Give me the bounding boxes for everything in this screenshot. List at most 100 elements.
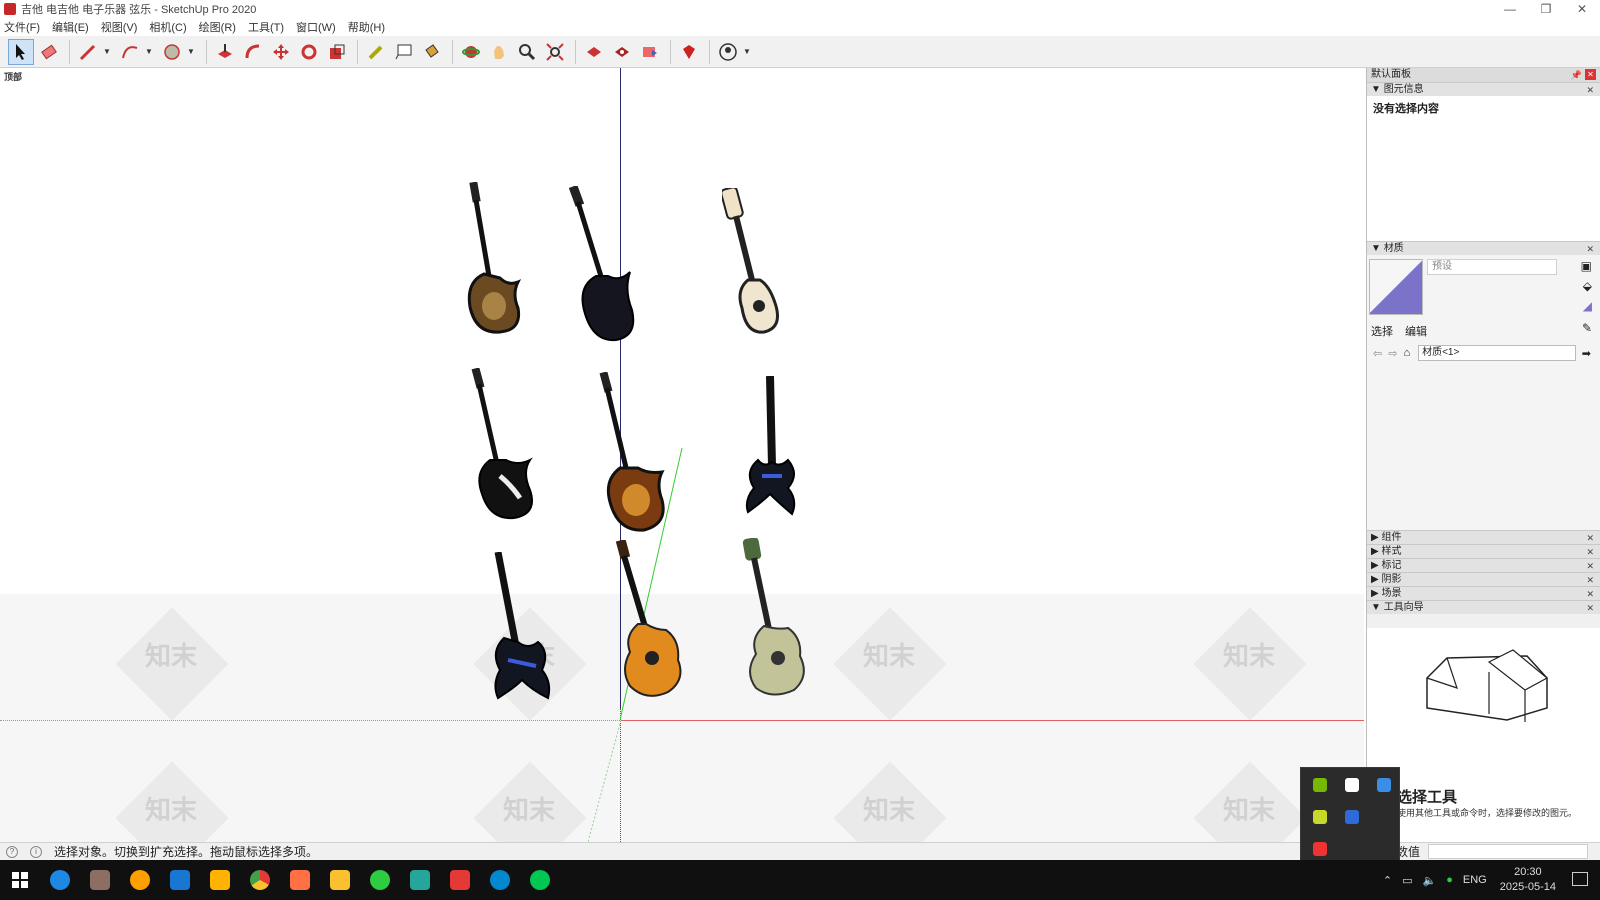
close-icon[interactable]: ✕ [1586, 587, 1594, 601]
menu-help[interactable]: 帮助(H) [348, 19, 385, 35]
styles-header[interactable]: ▶ 样式 ✕ [1367, 544, 1600, 558]
minimize-button[interactable]: — [1492, 0, 1528, 18]
shield-icon[interactable] [1377, 778, 1391, 792]
circle-tool-button[interactable] [159, 39, 185, 65]
green-app-icon[interactable] [1313, 810, 1327, 824]
taskbar-app[interactable] [200, 860, 240, 900]
chevron-down-icon[interactable]: ▼ [743, 47, 753, 56]
ukulele-green[interactable] [740, 538, 810, 700]
chevron-down-icon[interactable]: ▼ [145, 47, 155, 56]
security-icon[interactable] [1345, 778, 1359, 792]
menu-file[interactable]: 文件(F) [4, 19, 40, 35]
nvidia-icon[interactable] [1313, 778, 1327, 792]
taskbar-app[interactable] [40, 860, 80, 900]
menu-window[interactable]: 窗口(W) [296, 19, 336, 35]
color-app-icon[interactable] [1345, 810, 1359, 824]
close-icon[interactable]: ✕ [1586, 531, 1594, 545]
close-icon[interactable]: ✕ [1586, 573, 1594, 587]
chevron-down-icon[interactable]: ▼ [187, 47, 197, 56]
electric-guitar-sunburst[interactable] [462, 182, 530, 342]
pin-icon[interactable]: 📌 [1571, 68, 1582, 82]
close-tray-button[interactable]: ✕ [1585, 69, 1596, 80]
eyedropper-icon[interactable]: ✎ [1582, 321, 1592, 335]
taskbar-app[interactable] [120, 860, 160, 900]
taskbar-app[interactable] [360, 860, 400, 900]
close-icon[interactable]: ✕ [1586, 83, 1594, 97]
material-name-field[interactable]: 预设 [1427, 259, 1557, 275]
les-paul-burst[interactable] [598, 372, 674, 534]
menu-draw[interactable]: 绘图(R) [199, 19, 236, 35]
create-material-icon[interactable]: ▣ [1581, 259, 1592, 273]
instructor-header[interactable]: ▼ 工具向导 ✕ [1367, 600, 1600, 614]
components-header[interactable]: ▶ 组件 ✕ [1367, 530, 1600, 544]
modeling-viewport[interactable]: 顶部 知末 知末 知末 知末 知末 知末 知末 知末 [0, 68, 1364, 842]
acoustic-guitar-orange[interactable] [616, 540, 688, 700]
layout-button[interactable] [637, 39, 663, 65]
restore-button[interactable]: ❐ [1528, 0, 1564, 18]
close-button[interactable]: ✕ [1564, 0, 1600, 18]
home-icon[interactable]: ⌂ [1403, 347, 1410, 359]
tape-measure-tool-button[interactable] [363, 39, 389, 65]
info-icon[interactable]: i [30, 845, 42, 858]
entity-info-header[interactable]: ▼ 图元信息 ✕ [1367, 82, 1600, 96]
taskbar-app[interactable] [440, 860, 480, 900]
extension-warehouse-button[interactable] [609, 39, 635, 65]
back-icon[interactable]: ⇦ [1373, 347, 1382, 360]
pan-tool-button[interactable] [486, 39, 512, 65]
language-indicator[interactable]: ENG [1463, 874, 1487, 886]
stratocaster-black[interactable] [470, 368, 542, 528]
taskbar-app[interactable] [240, 860, 280, 900]
warehouse-button[interactable] [581, 39, 607, 65]
material-swatch[interactable] [1369, 259, 1423, 315]
clock[interactable]: 20:30 2025-05-14 [1500, 865, 1556, 895]
zoom-tool-button[interactable] [514, 39, 540, 65]
tab-edit[interactable]: 编辑 [1405, 323, 1427, 339]
headless-guitar-blue[interactable] [740, 376, 810, 528]
menu-tools[interactable]: 工具(T) [248, 19, 284, 35]
taskbar-app[interactable] [400, 860, 440, 900]
forward-icon[interactable]: ⇨ [1388, 347, 1397, 360]
move-tool-button[interactable] [268, 39, 294, 65]
tags-header[interactable]: ▶ 标记 ✕ [1367, 558, 1600, 572]
chevron-up-icon[interactable]: ⌃ [1383, 874, 1392, 887]
details-icon[interactable]: ➡ [1582, 347, 1591, 360]
taskbar-app[interactable] [280, 860, 320, 900]
headless-guitar-dark[interactable] [490, 552, 560, 708]
orbit-tool-button[interactable] [458, 39, 484, 65]
scale-tool-button[interactable] [324, 39, 350, 65]
paint-bucket-tool-button[interactable] [419, 39, 445, 65]
paint-bucket-icon[interactable]: ⬙ [1583, 279, 1592, 293]
taskbar-app[interactable] [320, 860, 360, 900]
volume-icon[interactable]: 🔈 [1423, 874, 1437, 887]
notification-icon[interactable] [1572, 872, 1588, 886]
scenes-header[interactable]: ▶ 场景 ✕ [1367, 586, 1600, 600]
offset-tool-button[interactable] [240, 39, 266, 65]
measurements-input[interactable] [1428, 844, 1588, 859]
push-pull-tool-button[interactable] [212, 39, 238, 65]
close-icon[interactable]: ✕ [1586, 545, 1594, 559]
menu-view[interactable]: 视图(V) [101, 19, 138, 35]
select-tool-button[interactable] [8, 38, 34, 65]
menu-camera[interactable]: 相机(C) [149, 19, 186, 35]
network-icon[interactable]: ▭ [1402, 874, 1412, 887]
tab-select[interactable]: 选择 [1371, 323, 1393, 339]
close-icon[interactable]: ✕ [1586, 601, 1594, 615]
ruby-console-button[interactable] [676, 39, 702, 65]
menu-edit[interactable]: 编辑(E) [52, 19, 89, 35]
eraser-tool-button[interactable] [36, 39, 62, 65]
text-tool-button[interactable] [391, 39, 417, 65]
shadows-header[interactable]: ▶ 阴影 ✕ [1367, 572, 1600, 586]
materials-header[interactable]: ▼ 材质 ✕ [1367, 241, 1600, 255]
close-icon[interactable]: ✕ [1586, 242, 1594, 256]
wechat-tray-icon[interactable]: ● [1446, 874, 1453, 886]
taskbar-app[interactable] [160, 860, 200, 900]
taskbar-app[interactable] [480, 860, 520, 900]
chevron-down-icon[interactable]: ▼ [103, 47, 113, 56]
taskbar-app[interactable] [520, 860, 560, 900]
library-dropdown[interactable]: 材质<1> [1418, 345, 1576, 361]
electric-guitar-black[interactable] [568, 186, 648, 346]
default-material-icon[interactable]: ◢ [1583, 299, 1592, 313]
rotate-tool-button[interactable] [296, 39, 322, 65]
line-tool-button[interactable] [75, 39, 101, 65]
account-button[interactable] [715, 39, 741, 65]
